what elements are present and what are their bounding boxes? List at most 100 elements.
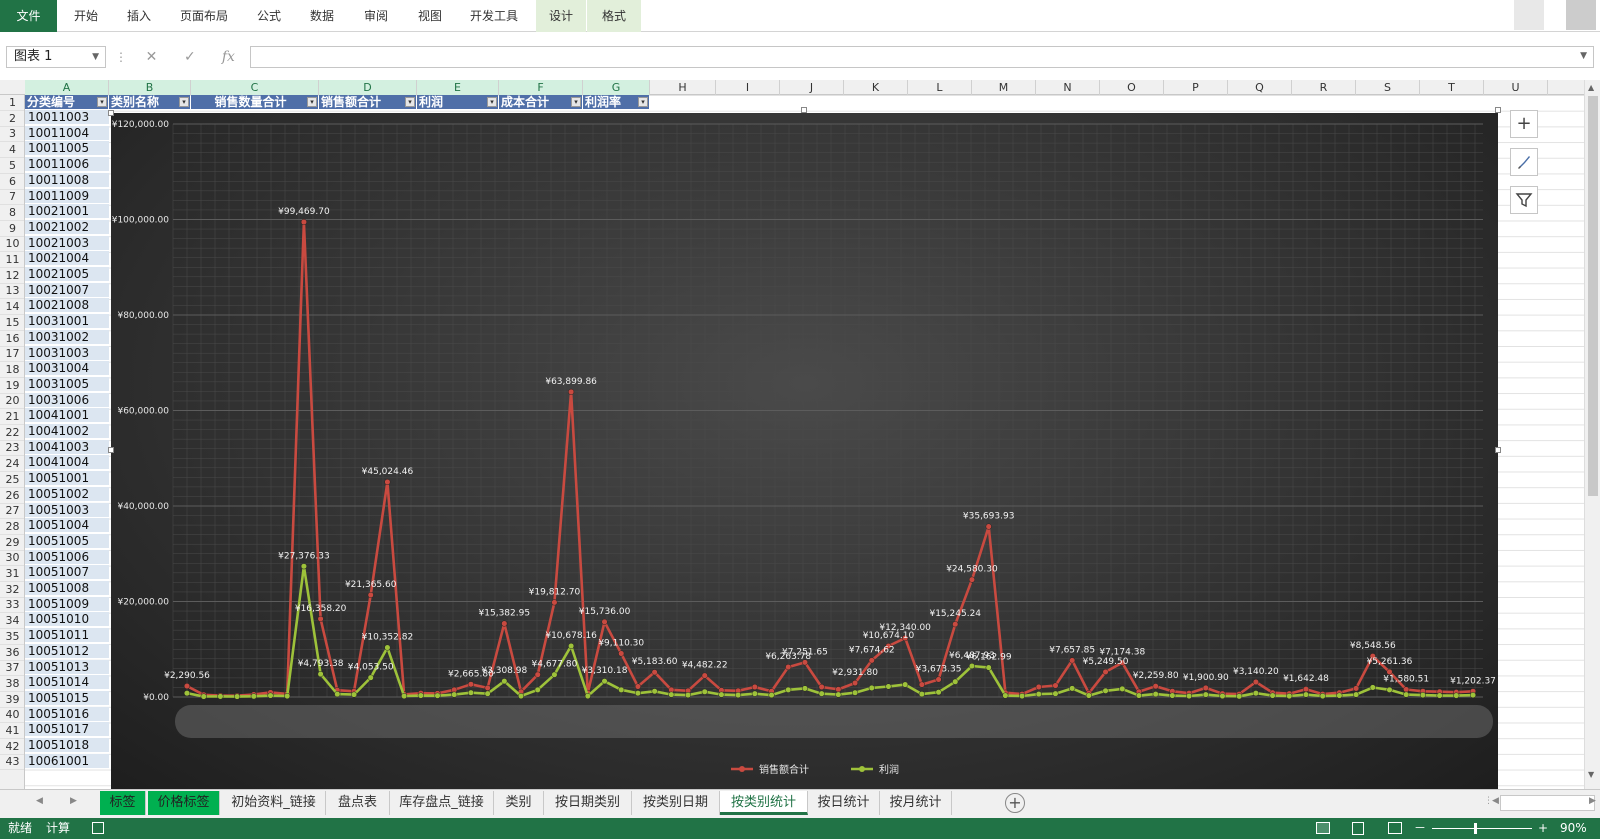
cell-category-code[interactable]: 10021005: [25, 267, 109, 282]
cell-category-code[interactable]: 10021001: [25, 204, 109, 220]
chart-resize-handle[interactable]: [108, 110, 114, 116]
chart-resize-handle[interactable]: [1495, 107, 1501, 113]
ribbon-tab-design[interactable]: 设计: [536, 0, 586, 32]
cell-category-code[interactable]: 10041002: [25, 424, 109, 439]
row-header[interactable]: 10: [0, 236, 24, 253]
ribbon-tab-format[interactable]: 格式: [587, 0, 641, 32]
ribbon-tab-view[interactable]: 视图: [404, 0, 456, 32]
column-header[interactable]: A: [25, 80, 109, 95]
header-cell[interactable]: 分类编号 ▾: [25, 95, 108, 109]
cell-category-code[interactable]: 10011009: [25, 188, 109, 204]
cell-category-code[interactable]: 10031001: [25, 314, 109, 330]
sheet-tab[interactable]: 库存盘点_链接: [390, 791, 494, 815]
header-cell[interactable]: 成本合计 ▾: [499, 95, 582, 109]
cell-category-code[interactable]: 10051017: [25, 722, 109, 738]
zoom-in-button[interactable]: +: [1538, 818, 1548, 839]
scroll-up-icon[interactable]: ▲: [1588, 83, 1594, 92]
row-header[interactable]: 32: [0, 582, 24, 598]
row-header[interactable]: 36: [0, 645, 24, 661]
row-header[interactable]: 9: [0, 221, 24, 237]
column-header[interactable]: H: [650, 80, 716, 95]
row-header[interactable]: 34: [0, 613, 24, 630]
row-header[interactable]: 35: [0, 629, 24, 645]
row-header[interactable]: 28: [0, 519, 24, 535]
ribbon-tab-developer[interactable]: 开发工具: [458, 0, 530, 32]
fx-icon[interactable]: fx: [211, 46, 245, 68]
column-header[interactable]: F: [499, 80, 583, 95]
cell-category-code[interactable]: 10011008: [25, 172, 109, 188]
header-cell[interactable]: 利润 ▾: [417, 95, 498, 109]
row-header[interactable]: 13: [0, 283, 24, 300]
cell-category-code[interactable]: 10031002: [25, 329, 109, 345]
row-header[interactable]: 19: [0, 378, 24, 394]
row-header[interactable]: 43: [0, 754, 24, 771]
sheet-tab[interactable]: 标签: [100, 791, 146, 815]
row-header[interactable]: 26: [0, 488, 24, 504]
formula-input[interactable]: ▼: [250, 46, 1594, 68]
sheet-tab[interactable]: 按类别日期: [632, 791, 720, 815]
row-header[interactable]: 14: [0, 299, 24, 316]
cell-category-code[interactable]: 10041003: [25, 439, 109, 455]
column-header[interactable]: R: [1292, 80, 1356, 95]
line-chart[interactable]: ¥0.00 ¥20,000.00 ¥40,000.00 ¥60,000.00 ¥80,0…: [111, 113, 1498, 789]
sheet-tab[interactable]: 按日期类别: [544, 791, 632, 815]
ribbon-tab-page-layout[interactable]: 页面布局: [166, 0, 242, 32]
status-calc[interactable]: 计算: [46, 818, 70, 839]
row-header[interactable]: 7: [0, 189, 24, 206]
chart-resize-handle[interactable]: [1495, 447, 1501, 453]
cell-category-code[interactable]: 10051007: [25, 565, 109, 581]
cancel-icon[interactable]: ✕: [134, 46, 168, 68]
cell-category-code[interactable]: 10051002: [25, 486, 109, 502]
filter-dropdown-icon[interactable]: ▾: [405, 97, 415, 107]
cell-category-code[interactable]: 10051009: [25, 596, 109, 612]
sheet-tab[interactable]: 盘点表: [326, 791, 390, 815]
row-header[interactable]: 29: [0, 535, 24, 551]
row-header[interactable]: 11: [0, 252, 24, 268]
filter-dropdown-icon[interactable]: ▾: [638, 97, 648, 107]
ribbon-tab-review[interactable]: 审阅: [350, 0, 402, 32]
row-header[interactable]: 8: [0, 205, 24, 221]
vertical-scrollbar[interactable]: ▲ ▼: [1584, 80, 1600, 789]
column-header[interactable]: D: [319, 80, 417, 95]
avatar[interactable]: [1566, 0, 1596, 30]
row-header[interactable]: 41: [0, 723, 24, 739]
scroll-down-icon[interactable]: ▼: [1588, 770, 1594, 779]
column-header[interactable]: K: [844, 80, 908, 95]
row-header[interactable]: 37: [0, 660, 24, 677]
chart-resize-handle[interactable]: [801, 107, 807, 113]
header-cell[interactable]: 销售数量合计 ▾: [191, 95, 318, 109]
sheet-tab[interactable]: 价格标签: [148, 791, 220, 815]
plus-icon[interactable]: +: [1510, 110, 1538, 138]
row-header[interactable]: 16: [0, 331, 24, 347]
scroll-thumb[interactable]: [1588, 96, 1598, 496]
row-header[interactable]: 25: [0, 472, 24, 488]
column-header[interactable]: L: [908, 80, 972, 95]
cell-category-code[interactable]: 10031003: [25, 345, 109, 361]
row-header[interactable]: 27: [0, 503, 24, 520]
column-header[interactable]: T: [1420, 80, 1484, 95]
column-header[interactable]: P: [1164, 80, 1228, 95]
row-header[interactable]: 18: [0, 362, 24, 378]
ribbon-tab-formulas[interactable]: 公式: [244, 0, 294, 32]
column-header[interactable]: G: [583, 80, 650, 95]
sheet-tab[interactable]: 按日统计: [808, 791, 880, 815]
sheet-tab-active[interactable]: 按类别统计: [720, 791, 808, 815]
zoom-slider-thumb[interactable]: [1474, 823, 1477, 834]
cell-category-code[interactable]: 10041004: [25, 455, 109, 471]
zoom-slider[interactable]: [1432, 828, 1532, 829]
column-header[interactable]: I: [716, 80, 780, 95]
header-cell[interactable]: 销售额合计 ▾: [319, 95, 416, 109]
sheet-tab[interactable]: 类别: [494, 791, 544, 815]
expand-icon[interactable]: ▼: [1580, 51, 1587, 61]
cell-category-code[interactable]: 10021007: [25, 282, 109, 298]
cell-category-code[interactable]: 10051016: [25, 706, 109, 722]
cell-category-code[interactable]: 10051015: [25, 690, 109, 706]
cell-category-code[interactable]: 10051018: [25, 738, 109, 753]
column-header[interactable]: E: [417, 80, 499, 95]
add-sheet-button[interactable]: +: [1005, 793, 1025, 813]
brush-icon[interactable]: [1510, 148, 1538, 176]
cell-category-code[interactable]: 10011004: [25, 125, 109, 141]
filter-icon[interactable]: [1510, 186, 1538, 214]
row-header[interactable]: 22: [0, 425, 24, 441]
ribbon-tab-home[interactable]: 开始: [60, 0, 112, 32]
